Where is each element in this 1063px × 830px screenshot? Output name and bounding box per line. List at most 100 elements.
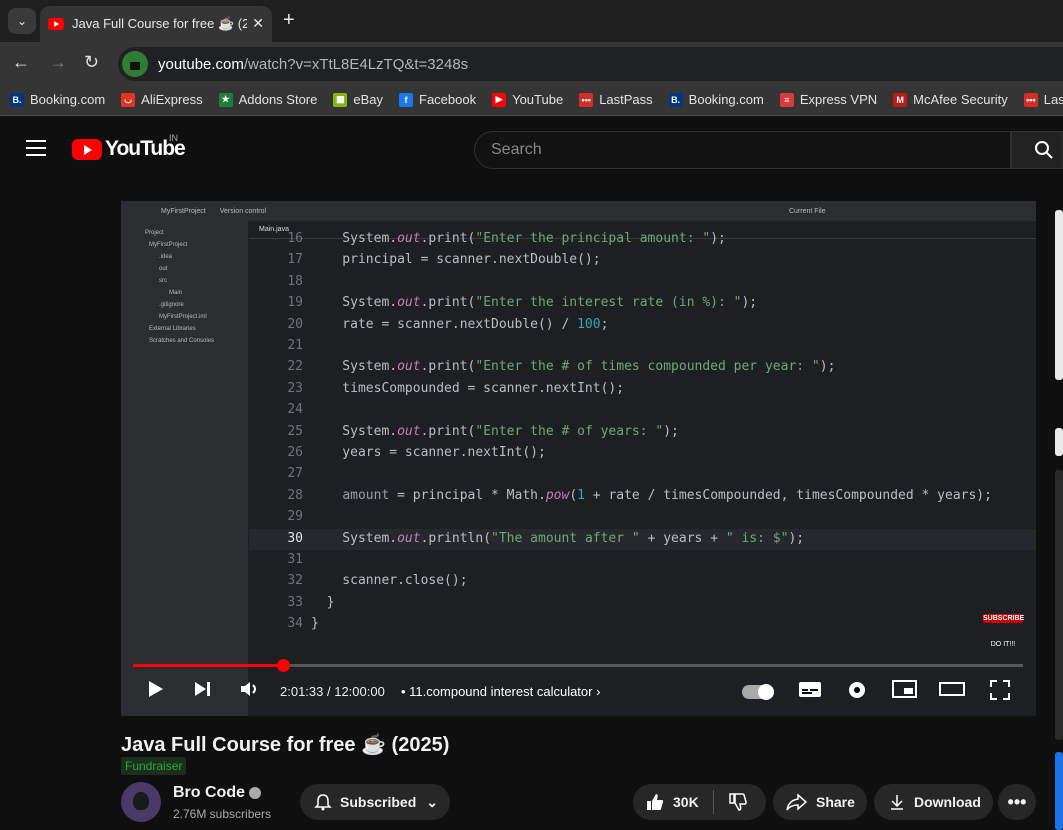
download-button[interactable]: Download (874, 784, 993, 820)
sidebar-thumbnail-edge (1055, 752, 1063, 830)
bookmark-label: Booking.com (688, 92, 764, 107)
bookmark-item[interactable]: ▶ YouTube (492, 92, 563, 107)
ide-file-tab-label: Main.java (259, 226, 289, 233)
do-it-label: DO IT!!! (990, 641, 1016, 648)
chevron-down-icon: ⌄ (426, 793, 438, 810)
menu-icon[interactable] (26, 140, 46, 156)
mcafee-icon: M (893, 92, 908, 107)
search-button[interactable] (1011, 131, 1063, 169)
subtitles-icon[interactable] (798, 679, 822, 699)
miniplayer-icon[interactable] (892, 679, 918, 699)
bookmark-label: eBay (353, 92, 383, 107)
subscribed-button[interactable]: Subscribed ⌄ (300, 784, 450, 820)
lastpass-icon: ••• (1023, 92, 1038, 107)
project-tree-item[interactable]: MyFirstProject (145, 239, 244, 251)
chapter-label: 11.compound interest calculator (409, 684, 593, 699)
volume-icon[interactable] (239, 679, 261, 699)
site-info-lock-icon[interactable] (122, 51, 148, 77)
bookmark-label: LastPass (599, 92, 653, 107)
project-tree-item[interactable]: .gitignore (145, 299, 244, 311)
bookmark-item[interactable]: B. Booking.com (10, 92, 105, 107)
project-tree-item[interactable]: Main (145, 287, 244, 299)
bookmark-item[interactable]: M McAfee Security (893, 92, 1008, 107)
bookmark-item[interactable]: ★ Addons Store (218, 92, 317, 107)
search-icon (1035, 141, 1053, 159)
line-number: 21 (287, 338, 303, 353)
line-number: 22 (287, 359, 303, 375)
project-tree-item[interactable]: .idea (145, 251, 244, 263)
like-button[interactable]: 30K (645, 792, 699, 812)
bookmark-item[interactable]: ••• LastPass pas (1023, 92, 1063, 107)
tab-search-button[interactable]: ⌄ (8, 8, 36, 34)
bookmark-label: Express VPN (799, 92, 878, 107)
reload-icon[interactable]: ↻ (84, 52, 99, 73)
addons-icon: ★ (218, 92, 233, 107)
bookmark-item[interactable]: ••• LastPass (579, 92, 653, 107)
new-tab-button[interactable]: + (283, 9, 295, 32)
line-number-gutter: 16 17 18 19 20 21 22 23 24 25 26 27 28 29 30 31 32 33 34 (249, 231, 309, 679)
share-button[interactable]: Share (773, 784, 867, 820)
more-actions-button[interactable]: ••• (998, 784, 1036, 820)
project-tree-item[interactable]: src (145, 275, 244, 287)
project-tree-item[interactable]: out (145, 263, 244, 275)
bookmark-item[interactable]: f Facebook (399, 92, 476, 107)
line-number: 27 (287, 466, 303, 482)
code-line: System.out.print("Enter the # of times c… (311, 359, 836, 375)
close-tab-icon[interactable]: ✕ (252, 15, 264, 32)
bookmark-label: LastPass pas (1043, 92, 1063, 107)
code-line: System.out.println("The amount after " +… (311, 530, 805, 546)
project-tree-item[interactable]: External Libraries (145, 323, 244, 335)
fundraiser-badge[interactable]: Fundraiser (121, 757, 187, 775)
youtube-header: YouTube IN Search (0, 117, 1063, 181)
browser-tab[interactable]: Java Full Course for free ☕ (20 ✕ (40, 6, 272, 42)
ebay-icon: ▦ (333, 92, 348, 107)
code-line: } (311, 616, 319, 632)
forward-arrow-icon[interactable]: → (49, 52, 67, 73)
bookmark-label: AliExpress (141, 92, 203, 107)
bookmark-item[interactable]: ◡ AliExpress (121, 92, 203, 107)
chapter-title[interactable]: • 11.compound interest calculator › (401, 684, 600, 699)
project-tree-item[interactable]: MyFirstProject.iml (145, 311, 244, 323)
ide-tool-strip (121, 221, 141, 716)
back-arrow-icon[interactable]: ← (12, 52, 30, 73)
browser-tab-bar: ⌄ Java Full Course for free ☕ (20 ✕ + (0, 0, 1063, 42)
code-line: years = scanner.nextInt(); (311, 445, 546, 460)
sidebar-thumbnail-edge (1055, 210, 1063, 380)
like-count: 30K (673, 794, 699, 810)
search-input[interactable]: Search (474, 131, 1011, 169)
code-line: timesCompounded = scanner.nextInt(); (311, 380, 625, 396)
browser-toolbar: ← → ↻ youtube.com/watch?v=xTtL8E4LzTQ&t=… (0, 42, 1063, 84)
code-line: scanner.close(); (311, 573, 468, 589)
time-display: 2:01:33 / 12:00:00 (280, 684, 385, 699)
autoplay-toggle[interactable] (742, 684, 774, 700)
code-line: principal = scanner.nextDouble(); (311, 252, 601, 268)
line-number: 26 (287, 445, 303, 460)
tab-title: Java Full Course for free ☕ (20 (72, 16, 247, 31)
settings-gear-icon[interactable] (846, 679, 868, 701)
project-tree-item[interactable]: Project (145, 227, 244, 239)
bookmark-item[interactable]: B. Booking.com (668, 92, 764, 107)
next-icon[interactable] (193, 679, 213, 699)
video-player[interactable]: MyFirstProject Version control Current F… (121, 201, 1036, 716)
search-placeholder: Search (491, 141, 542, 158)
thumbs-up-icon (647, 794, 663, 810)
theater-mode-icon[interactable] (939, 679, 965, 699)
bookmark-item[interactable]: ≡ Express VPN (779, 92, 878, 107)
line-number: 16 (287, 231, 303, 246)
address-bar[interactable]: youtube.com/watch?v=xTtL8E4LzTQ&t=3248s (118, 47, 1063, 81)
fullscreen-icon[interactable] (989, 679, 1011, 701)
code-line: rate = scanner.nextDouble() / 100; (311, 316, 609, 332)
url-domain: youtube.com (158, 55, 244, 73)
progress-bar[interactable] (133, 659, 1023, 672)
line-number: 32 (287, 573, 303, 589)
code-line: System.out.print("Enter the principal am… (311, 231, 726, 246)
youtube-logo[interactable]: YouTube IN (72, 133, 186, 161)
subscribe-overlay-label: SUBSCRIBE (983, 614, 1025, 623)
project-tree-item[interactable]: Scratches and Consoles (145, 335, 244, 347)
channel-name-row[interactable]: Bro Code (173, 784, 261, 802)
bookmark-item[interactable]: ▦ eBay (333, 92, 383, 107)
channel-avatar[interactable] (121, 782, 161, 822)
download-icon (891, 795, 903, 810)
thumbs-down-icon[interactable] (728, 792, 748, 812)
play-icon[interactable] (147, 679, 165, 699)
